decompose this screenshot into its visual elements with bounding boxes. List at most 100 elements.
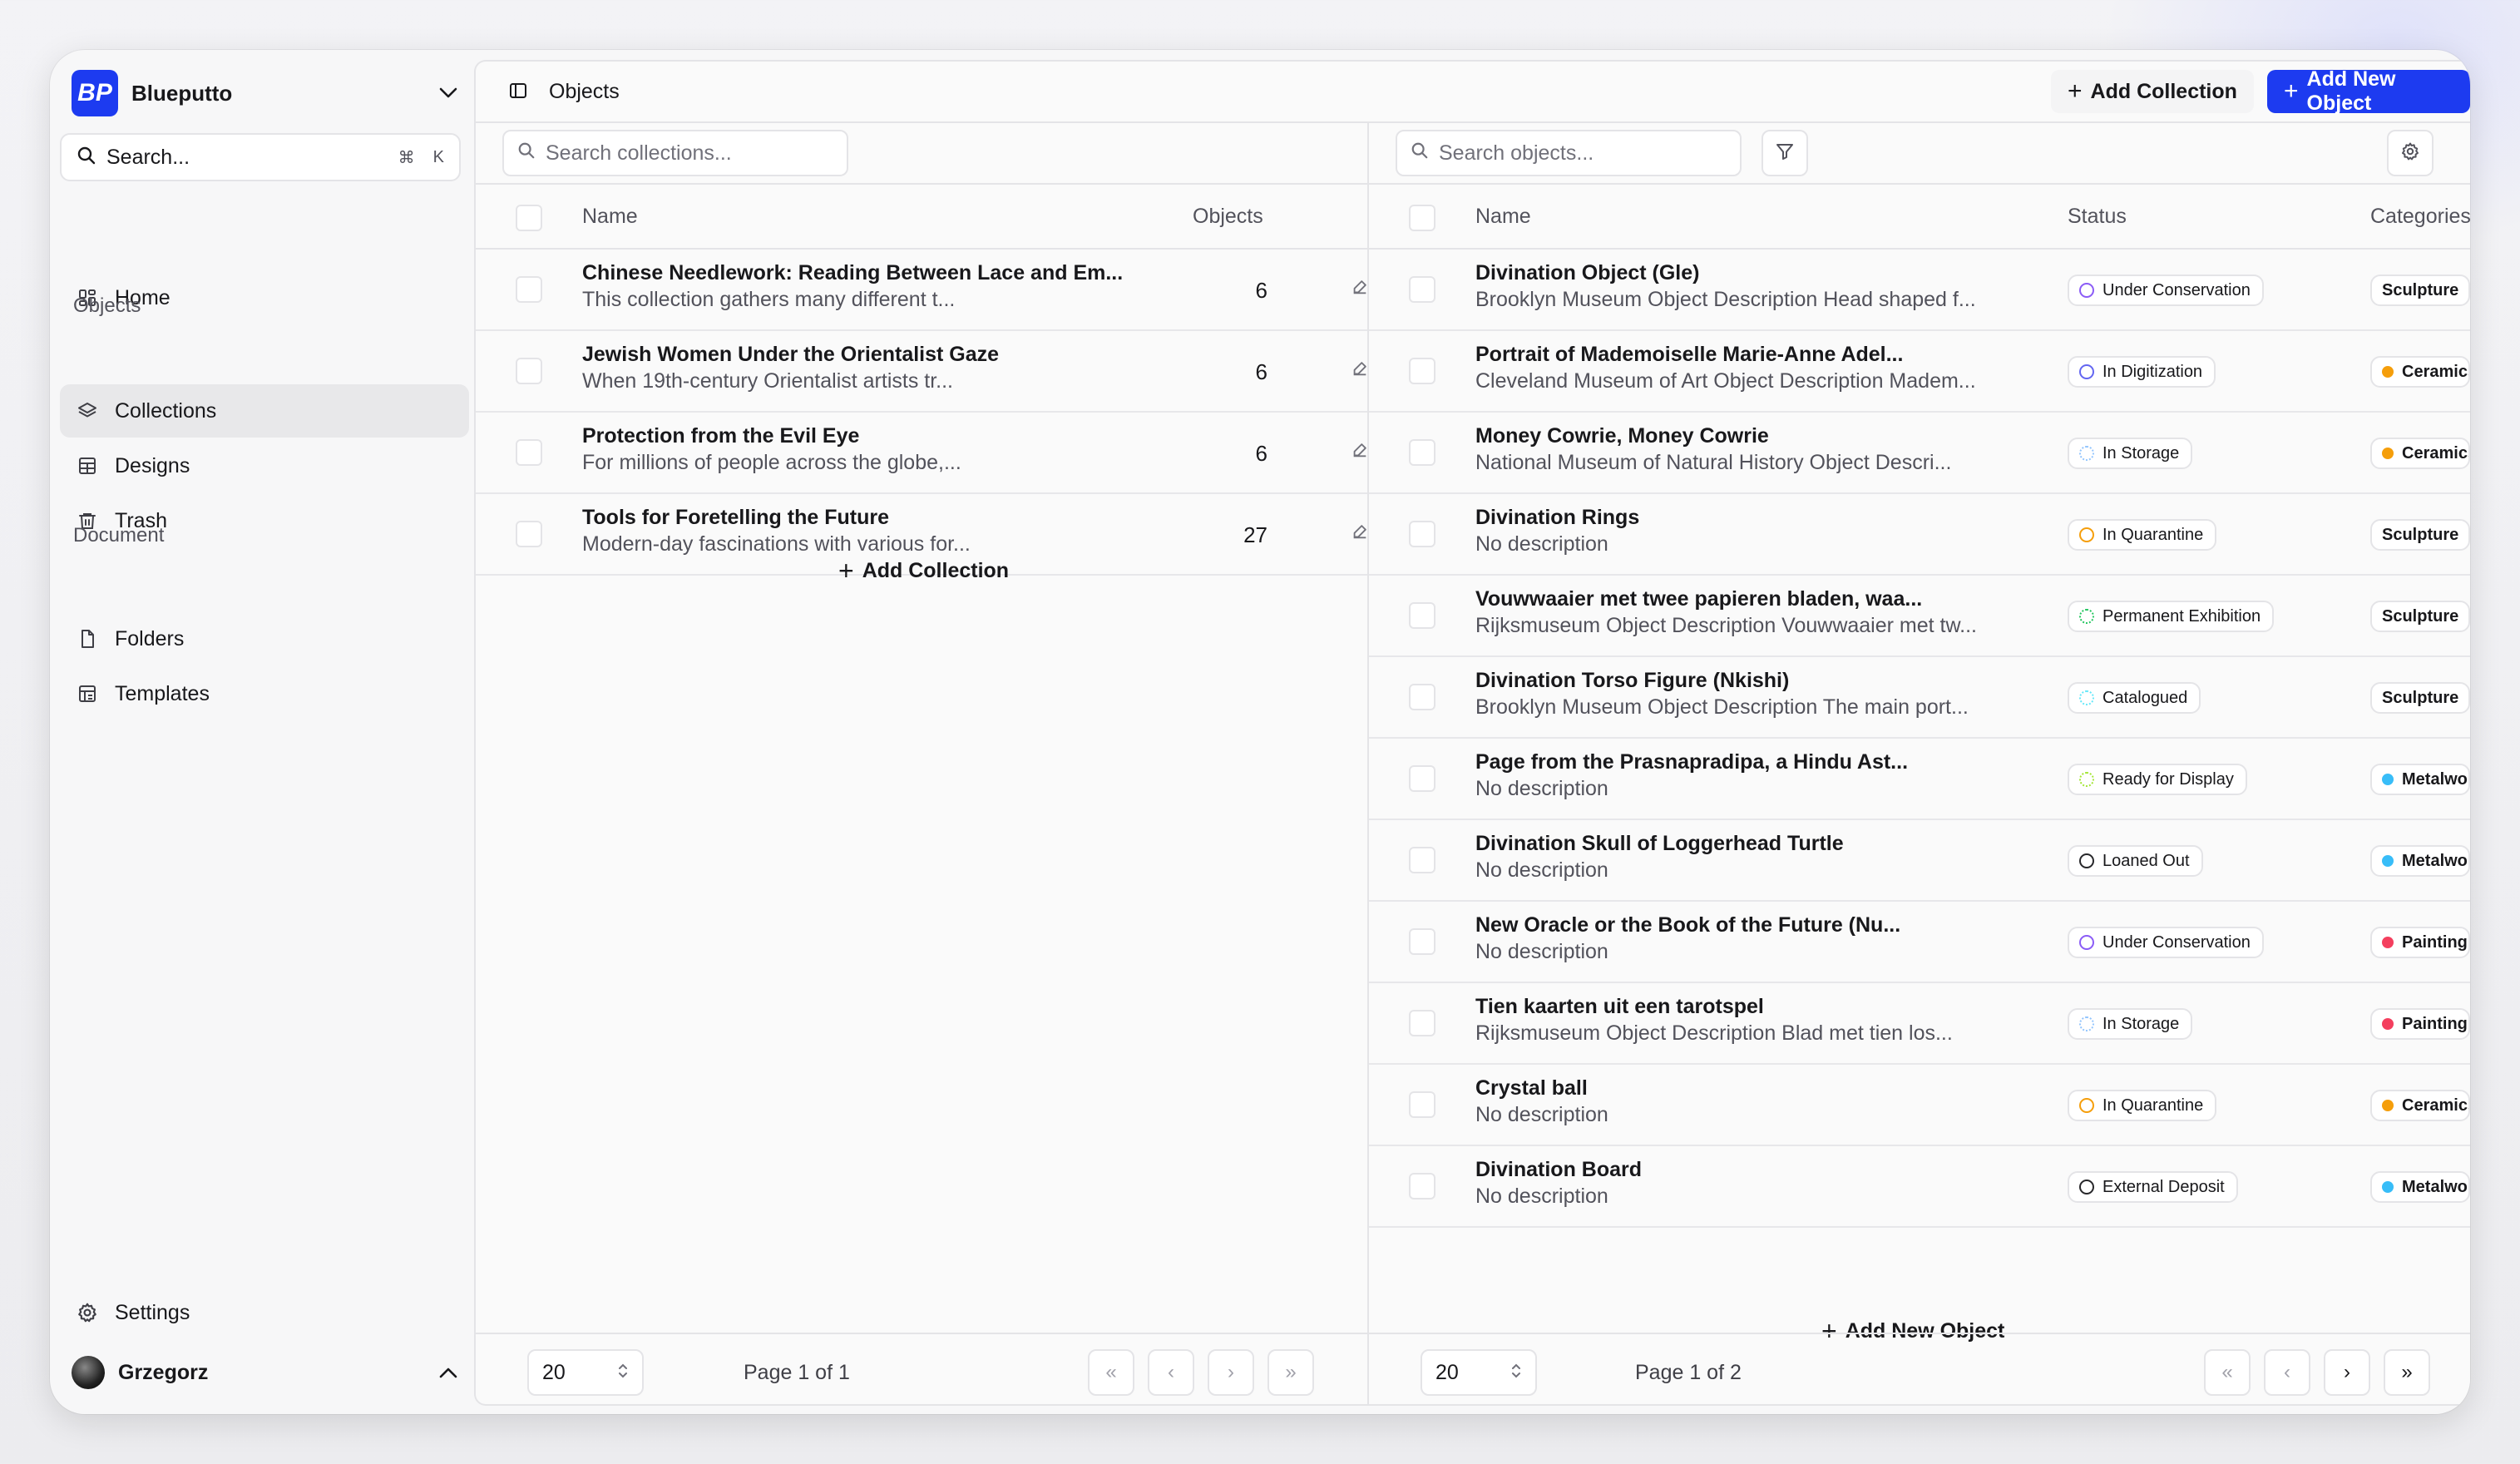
status-badge[interactable]: Catalogued	[2068, 682, 2201, 714]
first-page-button[interactable]: «	[1088, 1349, 1134, 1396]
status-badge[interactable]: Under Conservation	[2068, 274, 2264, 306]
last-page-button[interactable]: »	[2384, 1349, 2430, 1396]
table-row[interactable]: Chinese Needlework: Reading Between Lace…	[476, 250, 1367, 331]
column-header-name[interactable]: Name	[1475, 205, 1531, 229]
category-badge[interactable]: Ceramics	[2370, 356, 2470, 388]
row-checkbox[interactable]	[1409, 439, 1435, 466]
row-checkbox[interactable]	[516, 439, 542, 466]
category-dot	[2382, 366, 2394, 378]
page-size-select[interactable]: 20	[527, 1349, 644, 1396]
prev-page-button[interactable]: ‹	[2264, 1349, 2310, 1396]
column-header-name[interactable]: Name	[582, 205, 638, 229]
row-checkbox[interactable]	[1409, 358, 1435, 384]
select-all-checkbox[interactable]	[1409, 205, 1435, 231]
sidebar-item-collections[interactable]: Collections	[60, 384, 469, 438]
view-settings-button[interactable]	[2387, 130, 2434, 176]
workspace-switcher[interactable]: BP Blueputto	[72, 63, 462, 123]
sidebar-toggle-icon[interactable]	[509, 82, 531, 103]
category-badge[interactable]: Painting	[2370, 1008, 2470, 1040]
add-new-object-button[interactable]: + Add New Object	[2267, 67, 2470, 115]
row-checkbox[interactable]	[1409, 602, 1435, 629]
row-checkbox[interactable]	[1409, 1010, 1435, 1036]
row-checkbox[interactable]	[1409, 684, 1435, 710]
row-checkbox[interactable]	[1409, 1091, 1435, 1118]
status-badge[interactable]: In Quarantine	[2068, 519, 2217, 551]
add-collection-button[interactable]: + Add Collection	[2051, 70, 2254, 113]
row-checkbox[interactable]	[1409, 521, 1435, 547]
table-row[interactable]: Divination Object (Gle) Brooklyn Museum O…	[1369, 250, 2470, 331]
table-row[interactable]: New Oracle or the Book of the Future (Nu…	[1369, 902, 2470, 983]
table-row[interactable]: Portrait of Mademoiselle Marie-Anne Adel…	[1369, 331, 2470, 413]
status-badge[interactable]: In Digitization	[2068, 356, 2216, 388]
category-badge[interactable]: Painting	[2370, 927, 2470, 958]
sidebar-item-designs[interactable]: Designs	[60, 439, 469, 492]
row-checkbox[interactable]	[516, 358, 542, 384]
table-row[interactable]: Divination Board No description External D…	[1369, 1146, 2470, 1228]
select-all-checkbox[interactable]	[516, 205, 542, 231]
status-label: Under Conservation	[2102, 932, 2251, 952]
sidebar-item-folders[interactable]: Folders	[60, 612, 469, 665]
table-row[interactable]: Protection from the Evil Eye For millions…	[476, 413, 1367, 494]
page-size-select[interactable]: 20	[1421, 1349, 1537, 1396]
status-badge[interactable]: Loaned Out	[2068, 845, 2203, 877]
object-count: 6	[1255, 441, 1267, 466]
table-row[interactable]: Vouwwaaier met twee papieren bladen, waa…	[1369, 576, 2470, 657]
row-checkbox[interactable]	[516, 276, 542, 303]
sidebar-item-templates[interactable]: Templates	[60, 667, 469, 720]
file-icon	[75, 626, 100, 651]
next-page-button[interactable]: ›	[1208, 1349, 1254, 1396]
category-badge[interactable]: Sculpture	[2370, 601, 2470, 632]
last-page-button[interactable]: »	[1267, 1349, 1314, 1396]
category-badge[interactable]: Metalwork	[2370, 845, 2470, 877]
column-header-categories[interactable]: Categories	[2370, 205, 2470, 229]
user-menu[interactable]: Grzegorz	[72, 1349, 462, 1396]
table-row[interactable]: Divination Rings No description In Quarant…	[1369, 494, 2470, 576]
add-collection-inline-button[interactable]: + Add Collection	[838, 557, 1009, 584]
row-checkbox[interactable]	[1409, 276, 1435, 303]
table-row[interactable]: Jewish Women Under the Orientalist Gaze W…	[476, 331, 1367, 413]
status-label: Catalogued	[2102, 688, 2188, 707]
status-badge[interactable]: Under Conservation	[2068, 927, 2264, 958]
row-checkbox[interactable]	[516, 521, 542, 547]
category-badge[interactable]: Metalwork	[2370, 764, 2470, 795]
table-row[interactable]: Tien kaarten uit een tarotspel Rijksmuseu…	[1369, 983, 2470, 1065]
table-row[interactable]: Divination Skull of Loggerhead Turtle No …	[1369, 820, 2470, 902]
section-label-objects: Objects	[73, 294, 141, 317]
collections-search-input[interactable]: Search collections...	[502, 130, 848, 176]
plus-icon: +	[2284, 77, 2299, 105]
row-checkbox[interactable]	[1409, 928, 1435, 955]
category-label: Metalwork	[2402, 1177, 2468, 1196]
column-header-status[interactable]: Status	[2068, 205, 2127, 229]
status-badge[interactable]: In Storage	[2068, 438, 2193, 469]
category-badge[interactable]: Sculpture	[2370, 519, 2470, 551]
row-checkbox[interactable]	[1409, 847, 1435, 873]
status-badge[interactable]: External Deposit	[2068, 1171, 2238, 1203]
first-page-button[interactable]: «	[2204, 1349, 2251, 1396]
category-label: Sculpture	[2382, 606, 2459, 626]
status-badge[interactable]: In Quarantine	[2068, 1090, 2217, 1121]
row-checkbox[interactable]	[1409, 1173, 1435, 1199]
table-row[interactable]: Page from the Prasnapradipa, a Hindu Ast…	[1369, 739, 2470, 820]
breadcrumb: Objects	[549, 80, 620, 103]
status-badge[interactable]: Ready for Display	[2068, 764, 2247, 795]
table-row[interactable]: Crystal ball No description In Quarantine C…	[1369, 1065, 2470, 1146]
status-badge[interactable]: Permanent Exhibition	[2068, 601, 2275, 632]
category-badge[interactable]: Sculpture	[2370, 682, 2470, 714]
column-header-objects[interactable]: Objects	[1193, 205, 1263, 229]
next-page-button[interactable]: ›	[2324, 1349, 2370, 1396]
sidebar-item-settings[interactable]: Settings	[60, 1286, 469, 1339]
category-badge[interactable]: Ceramics	[2370, 438, 2470, 469]
avatar	[72, 1356, 105, 1389]
filter-button[interactable]	[1762, 130, 1808, 176]
chevrons-left-icon: «	[1105, 1361, 1117, 1383]
category-badge[interactable]: Ceramics	[2370, 1090, 2470, 1121]
table-row[interactable]: Divination Torso Figure (Nkishi) Brooklyn…	[1369, 657, 2470, 739]
prev-page-button[interactable]: ‹	[1148, 1349, 1194, 1396]
status-badge[interactable]: In Storage	[2068, 1008, 2193, 1040]
objects-search-input[interactable]: Search objects...	[1396, 130, 1742, 176]
category-badge[interactable]: Sculpture	[2370, 274, 2470, 306]
table-row[interactable]: Money Cowrie, Money Cowrie National Museu…	[1369, 413, 2470, 494]
category-badge[interactable]: Metalwork	[2370, 1171, 2470, 1203]
row-checkbox[interactable]	[1409, 765, 1435, 792]
global-search[interactable]: Search... ⌘ K	[60, 133, 461, 181]
